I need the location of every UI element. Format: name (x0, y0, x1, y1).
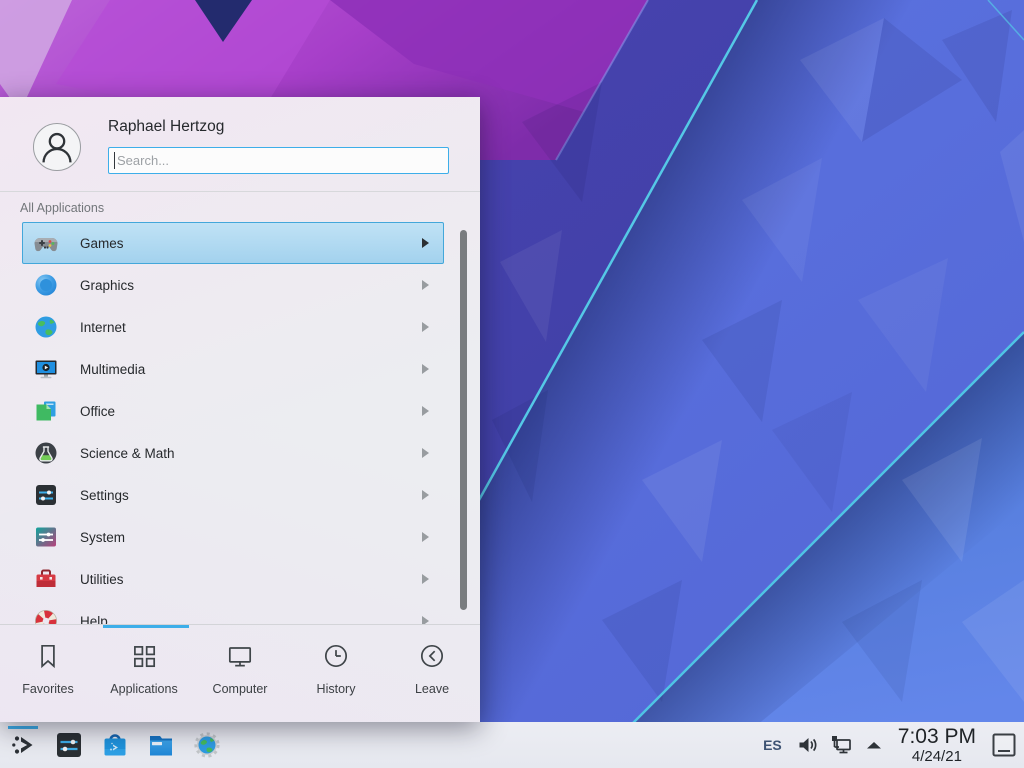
tab-label: Applications (110, 682, 177, 696)
section-label: All Applications (20, 201, 104, 215)
history-icon (321, 641, 351, 671)
user-avatar[interactable] (33, 123, 81, 171)
games-icon (33, 230, 59, 256)
launcher-tab-bar: Favorites Applications Computer (0, 624, 480, 722)
search-input[interactable] (109, 148, 448, 173)
submenu-arrow-icon (422, 280, 429, 290)
plasma-launcher-icon (8, 730, 38, 760)
clock-time: 7:03 PM (898, 726, 976, 747)
active-tab-indicator (103, 625, 189, 628)
network-tray-item[interactable] (829, 733, 853, 757)
category-label: Settings (80, 488, 129, 503)
digital-clock[interactable]: 7:03 PM 4/24/21 (898, 726, 976, 764)
submenu-arrow-icon (422, 616, 429, 624)
science-icon (33, 440, 59, 466)
utilities-icon (33, 566, 59, 592)
favorites-icon (33, 641, 63, 671)
category-item-internet[interactable]: Internet (22, 306, 444, 348)
category-label: Games (80, 236, 124, 251)
tab-history[interactable]: History (288, 625, 384, 722)
folder-icon (146, 730, 176, 760)
category-item-system[interactable]: System (22, 516, 444, 558)
category-label: Internet (80, 320, 126, 335)
clock-date: 4/24/21 (898, 749, 976, 764)
discover-software-button[interactable] (100, 730, 130, 760)
category-item-multimedia[interactable]: Multimedia (22, 348, 444, 390)
web-browser-button[interactable] (192, 730, 222, 760)
web-browser-icon (192, 730, 222, 760)
internet-icon (33, 314, 59, 340)
system-settings-icon (54, 730, 84, 760)
system-tray: ES 7:03 PM 4/24/2 (763, 722, 1018, 768)
user-icon (34, 124, 80, 170)
volume-tray-item[interactable] (796, 733, 820, 757)
tray-expander[interactable] (862, 733, 886, 757)
file-manager-button[interactable] (146, 730, 176, 760)
category-label: Help (80, 614, 108, 625)
system-icon (33, 524, 59, 550)
graphics-icon (33, 272, 59, 298)
volume-icon (796, 733, 820, 757)
discover-icon (100, 730, 130, 760)
application-launcher-button[interactable] (8, 730, 38, 760)
leave-icon (417, 641, 447, 671)
category-label: Utilities (80, 572, 124, 587)
category-item-games[interactable]: Games (22, 222, 444, 264)
category-label: Science & Math (80, 446, 175, 461)
settings-icon (33, 482, 59, 508)
category-item-science-math[interactable]: Science & Math (22, 432, 444, 474)
category-item-graphics[interactable]: Graphics (22, 264, 444, 306)
submenu-arrow-icon (422, 448, 429, 458)
tab-label: Leave (415, 682, 449, 696)
office-icon (33, 398, 59, 424)
category-item-help[interactable]: Help (22, 600, 444, 624)
category-item-utilities[interactable]: Utilities (22, 558, 444, 600)
keyboard-layout-indicator[interactable]: ES (763, 737, 782, 753)
help-icon (33, 608, 59, 624)
text-caret (114, 152, 115, 169)
category-label: System (80, 530, 125, 545)
tab-label: History (317, 682, 356, 696)
system-settings-button[interactable] (54, 730, 84, 760)
category-label: Office (80, 404, 115, 419)
submenu-arrow-icon (422, 532, 429, 542)
application-category-list: Games Graphics Internet (0, 222, 480, 624)
tab-label: Favorites (22, 682, 73, 696)
tab-leave[interactable]: Leave (384, 625, 480, 722)
show-desktop-icon (990, 731, 1018, 759)
network-icon (829, 733, 853, 757)
submenu-arrow-icon (422, 574, 429, 584)
taskbar-panel: ES 7:03 PM 4/24/2 (0, 722, 1024, 768)
tab-favorites[interactable]: Favorites (0, 625, 96, 722)
tab-applications[interactable]: Applications (96, 625, 192, 722)
application-launcher-popup: Raphael Hertzog All Applications Games (0, 97, 480, 722)
category-item-settings[interactable]: Settings (22, 474, 444, 516)
submenu-arrow-icon (422, 322, 429, 332)
multimedia-icon (33, 356, 59, 382)
submenu-arrow-icon (422, 490, 429, 500)
computer-icon (225, 641, 255, 671)
category-label: Multimedia (80, 362, 145, 377)
show-desktop-button[interactable] (990, 731, 1018, 759)
taskbar-pinned-apps (8, 722, 222, 768)
category-item-office[interactable]: Office (22, 390, 444, 432)
user-name: Raphael Hertzog (108, 118, 224, 136)
submenu-arrow-icon (422, 364, 429, 374)
search-box (108, 147, 449, 174)
submenu-arrow-icon (422, 238, 429, 248)
tab-computer[interactable]: Computer (192, 625, 288, 722)
chevron-up-icon (862, 733, 886, 757)
applications-icon (129, 641, 159, 671)
submenu-arrow-icon (422, 406, 429, 416)
category-label: Graphics (80, 278, 134, 293)
tab-label: Computer (213, 682, 268, 696)
launcher-header: Raphael Hertzog (0, 97, 480, 192)
scrollbar[interactable] (460, 230, 467, 610)
